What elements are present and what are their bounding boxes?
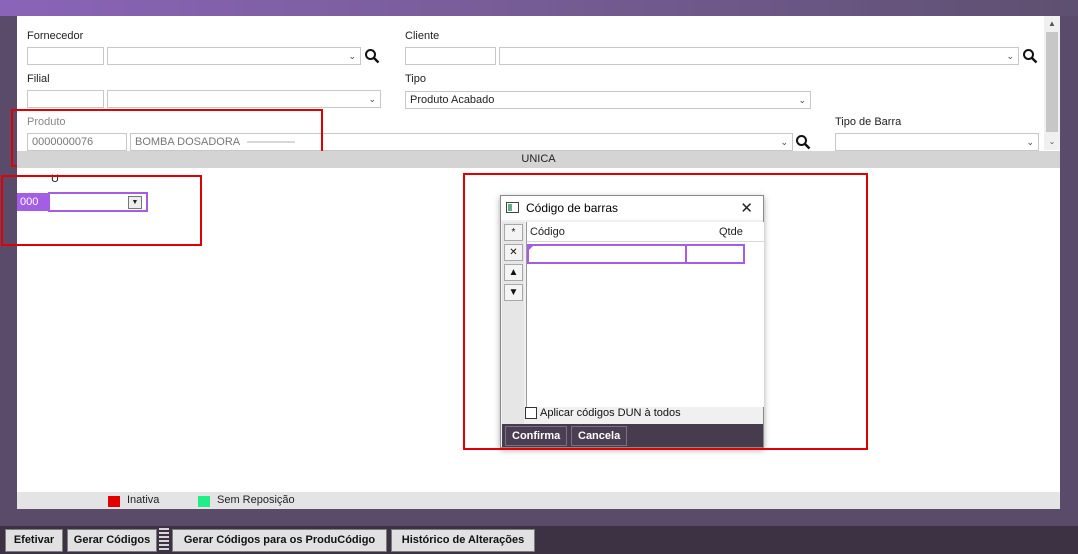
toolbar-grip[interactable]	[159, 528, 169, 552]
filial-label: Filial	[27, 73, 50, 85]
highlight-dialog	[463, 173, 868, 450]
fornecedor-select[interactable]: ⌄	[107, 47, 361, 65]
tipo-label: Tipo	[405, 73, 426, 85]
tipo-select[interactable]: Produto Acabado ⌄	[405, 91, 811, 109]
bottom-toolbar: Efetivar Gerar Códigos Gerar Códigos par…	[0, 526, 1078, 554]
search-icon[interactable]	[795, 134, 811, 150]
filial-select[interactable]: ⌄	[107, 90, 381, 108]
search-icon[interactable]	[364, 48, 380, 64]
cliente-select[interactable]: ⌄	[499, 47, 1019, 65]
window-top-bar	[0, 0, 1078, 16]
scroll-thumb[interactable]	[1046, 32, 1058, 132]
search-icon[interactable]	[1022, 48, 1038, 64]
inativa-swatch	[108, 496, 120, 507]
filial-code-input[interactable]	[27, 90, 104, 108]
tipo-barra-select[interactable]: ⌄	[835, 133, 1039, 151]
chevron-down-icon: ⌄	[1006, 51, 1014, 61]
chevron-down-icon: ⌄	[1026, 137, 1034, 147]
inativa-label: Inativa	[127, 494, 160, 506]
chevron-down-icon: ⌄	[348, 51, 356, 61]
efetivar-button[interactable]: Efetivar	[5, 529, 63, 552]
tipo-value: Produto Acabado	[410, 94, 495, 106]
gerar-codigos-button[interactable]: Gerar Códigos	[67, 529, 157, 552]
sem-reposicao-swatch	[198, 496, 210, 507]
form-scrollbar[interactable]: ▲ ⌄	[1044, 16, 1060, 150]
tipo-barra-label: Tipo de Barra	[835, 116, 902, 128]
chevron-down-icon: ⌄	[780, 137, 788, 147]
grid-column-header: UNICA	[17, 151, 1060, 168]
scroll-down-icon[interactable]: ⌄	[1044, 134, 1060, 150]
scroll-up-icon[interactable]: ▲	[1044, 16, 1060, 32]
legend-bar: Inativa Sem Reposição	[17, 492, 1060, 509]
chevron-down-icon: ⌄	[798, 95, 806, 105]
fornecedor-label: Fornecedor	[27, 30, 84, 42]
gerar-codigos-produtos-button[interactable]: Gerar Códigos para os ProduCódigo	[172, 529, 387, 552]
fornecedor-code-input[interactable]	[27, 47, 104, 65]
historico-alteracoes-button[interactable]: Histórico de Alterações	[391, 529, 535, 552]
highlight-grid-cell	[1, 175, 202, 246]
cliente-code-input[interactable]	[405, 47, 496, 65]
cliente-label: Cliente	[405, 30, 440, 42]
sem-reposicao-label: Sem Reposição	[217, 494, 295, 506]
chevron-down-icon: ⌄	[368, 94, 376, 104]
